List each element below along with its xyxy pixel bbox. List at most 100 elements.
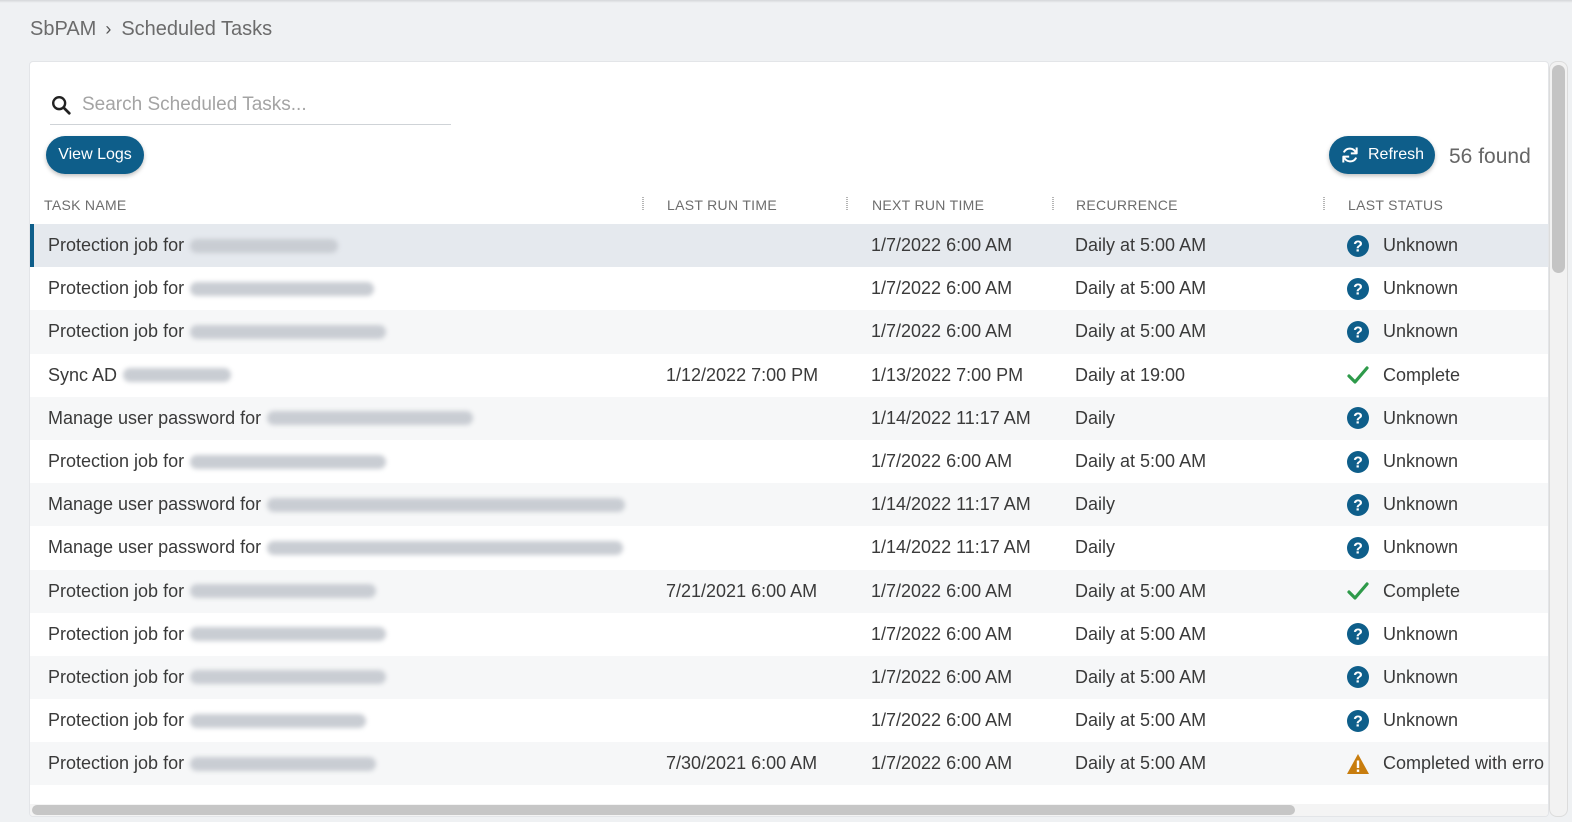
column-resize-handle[interactable] — [1323, 197, 1325, 210]
table-row[interactable]: Manage user password for 1/14/2022 11:17 … — [30, 526, 1548, 569]
status-label: Unknown — [1383, 451, 1459, 472]
table-row[interactable]: Protection job for 1/7/2022 6:00 AM Daily … — [30, 310, 1548, 354]
results-count: 56 found — [1449, 145, 1531, 168]
status-label: Complete — [1383, 580, 1461, 601]
next-run-time-cell: 1/14/2022 11:17 AM — [871, 537, 1031, 558]
check-icon — [1346, 579, 1370, 603]
task-name: Protection job for — [48, 666, 185, 687]
next-run-time-cell: 1/7/2022 6:00 AM — [871, 710, 1013, 731]
table-row[interactable]: Protection job for 7/30/2021 6:00 AM 1/7/2… — [30, 742, 1548, 786]
column-header-last-run-time[interactable]: LAST RUN TIME — [667, 197, 777, 213]
task-name: Manage user password for — [48, 537, 262, 558]
column-header-last-status[interactable]: LAST STATUS — [1348, 197, 1443, 213]
next-run-time-cell: 1/7/2022 6:00 AM — [871, 451, 1013, 472]
question-icon: ? — [1346, 622, 1370, 646]
status-label: Unknown — [1383, 623, 1459, 644]
column-header-task-name[interactable]: TASK NAME — [44, 197, 127, 213]
horizontal-scrollbar[interactable] — [30, 804, 1548, 816]
task-name-cell: Protection job for — [48, 656, 387, 699]
question-icon: ? — [1346, 406, 1370, 430]
table-row[interactable]: Manage user password for 1/14/2022 11:17 … — [30, 396, 1548, 440]
redacted-text — [190, 238, 339, 253]
redacted-text — [267, 540, 624, 555]
vertical-scroll-thumb[interactable] — [1552, 65, 1565, 273]
next-run-time-cell: 1/7/2022 6:00 AM — [871, 666, 1013, 687]
svg-text:?: ? — [1353, 281, 1363, 298]
recurrence-cell: Daily — [1075, 537, 1116, 558]
table-row[interactable]: Protection job for 7/21/2021 6:00 AM 1/7/2… — [30, 569, 1548, 613]
refresh-label: Refresh — [1367, 146, 1425, 163]
last-status-cell: ? Unknown — [1346, 526, 1458, 569]
recurrence-cell: Daily at 5:00 AM — [1075, 753, 1207, 774]
table-row[interactable]: Protection job for 1/7/2022 6:00 AM Daily … — [30, 224, 1548, 268]
task-name-cell: Protection job for — [48, 699, 367, 742]
view-logs-button[interactable]: View Logs — [46, 136, 144, 174]
table-row[interactable]: Protection job for 1/7/2022 6:00 AM Daily … — [30, 655, 1548, 700]
task-name: Protection job for — [48, 451, 185, 472]
task-name-cell: Manage user password for — [48, 397, 474, 440]
last-status-cell: Completed with erro — [1346, 742, 1544, 785]
column-resize-handle[interactable] — [846, 197, 848, 210]
task-name-cell: Manage user password for — [48, 526, 624, 569]
table-row[interactable]: Protection job for 1/7/2022 6:00 AM Daily … — [30, 440, 1548, 483]
recurrence-cell: Daily at 5:00 AM — [1075, 278, 1207, 299]
search-icon — [52, 96, 71, 115]
top-shadow — [0, 0, 1572, 3]
table-row[interactable]: Sync AD 1/12/2022 7:00 PM 1/13/2022 7:00 P… — [30, 354, 1548, 397]
next-run-time-cell: 1/14/2022 11:17 AM — [871, 407, 1031, 428]
question-icon: ? — [1346, 450, 1370, 474]
chevron-right-icon: › — [105, 19, 112, 39]
recurrence-cell: Daily — [1075, 494, 1116, 515]
search-bar — [50, 86, 451, 125]
recurrence-cell: Daily — [1075, 407, 1116, 428]
last-status-cell: ? Unknown — [1346, 267, 1458, 310]
table-body: Protection job for 1/7/2022 6:00 AM Daily … — [30, 224, 1548, 786]
breadcrumb-current: Scheduled Tasks — [121, 18, 273, 40]
table-header: TASK NAME LAST RUN TIME NEXT RUN TIME RE… — [30, 190, 1548, 226]
breadcrumb-root[interactable]: SbPAM — [30, 18, 96, 41]
column-resize-handle[interactable] — [1052, 197, 1054, 210]
next-run-time-cell: 1/13/2022 7:00 PM — [871, 364, 1024, 385]
column-header-next-run-time[interactable]: NEXT RUN TIME — [872, 197, 984, 213]
last-status-cell: ? Unknown — [1346, 483, 1458, 526]
scheduled-tasks-panel: View Logs Refresh 56 found TASK NAME LAS… — [29, 61, 1549, 817]
svg-text:?: ? — [1353, 238, 1363, 255]
check-icon — [1346, 363, 1370, 387]
next-run-time-cell: 1/14/2022 11:17 AM — [871, 494, 1031, 515]
redacted-text — [190, 584, 377, 599]
status-label: Unknown — [1383, 235, 1459, 256]
table-row[interactable]: Protection job for 1/7/2022 6:00 AM Daily … — [30, 699, 1548, 742]
table-row[interactable]: Protection job for 1/7/2022 6:00 AM Daily … — [30, 267, 1548, 310]
table-row[interactable]: Manage user password for 1/14/2022 11:17 … — [30, 483, 1548, 527]
question-icon: ? — [1346, 536, 1370, 560]
svg-text:?: ? — [1353, 540, 1363, 557]
last-status-cell: ? Unknown — [1346, 397, 1458, 440]
refresh-button[interactable]: Refresh — [1329, 136, 1435, 174]
last-status-cell: ? Unknown — [1346, 613, 1458, 656]
last-run-time-cell: 7/30/2021 6:00 AM — [666, 753, 818, 774]
task-name: Manage user password for — [48, 407, 262, 428]
question-icon: ? — [1346, 234, 1370, 258]
column-header-recurrence[interactable]: RECURRENCE — [1076, 197, 1178, 213]
svg-text:?: ? — [1353, 497, 1363, 514]
question-icon: ? — [1346, 277, 1370, 301]
task-name-cell: Protection job for — [48, 613, 387, 656]
breadcrumb: SbPAM › Scheduled Tasks — [30, 18, 272, 41]
task-name: Protection job for — [48, 753, 185, 774]
status-label: Unknown — [1383, 278, 1459, 299]
table-row[interactable]: Protection job for 1/7/2022 6:00 AM Daily … — [30, 613, 1548, 656]
vertical-scrollbar[interactable] — [1549, 61, 1568, 817]
task-name-cell: Protection job for — [48, 310, 387, 353]
last-status-cell: ? Unknown — [1346, 656, 1458, 699]
search-input[interactable] — [82, 94, 422, 116]
svg-text:?: ? — [1353, 411, 1363, 428]
last-status-cell: ? Unknown — [1346, 699, 1458, 742]
column-resize-handle[interactable] — [642, 197, 644, 210]
task-name: Protection job for — [48, 278, 185, 299]
task-name-cell: Protection job for — [48, 267, 375, 310]
horizontal-scroll-thumb[interactable] — [32, 805, 1295, 815]
task-name-cell: Manage user password for — [48, 483, 626, 526]
task-name-cell: Protection job for — [48, 440, 387, 483]
recurrence-cell: Daily at 5:00 AM — [1075, 321, 1207, 342]
recurrence-cell: Daily at 19:00 — [1075, 364, 1186, 385]
